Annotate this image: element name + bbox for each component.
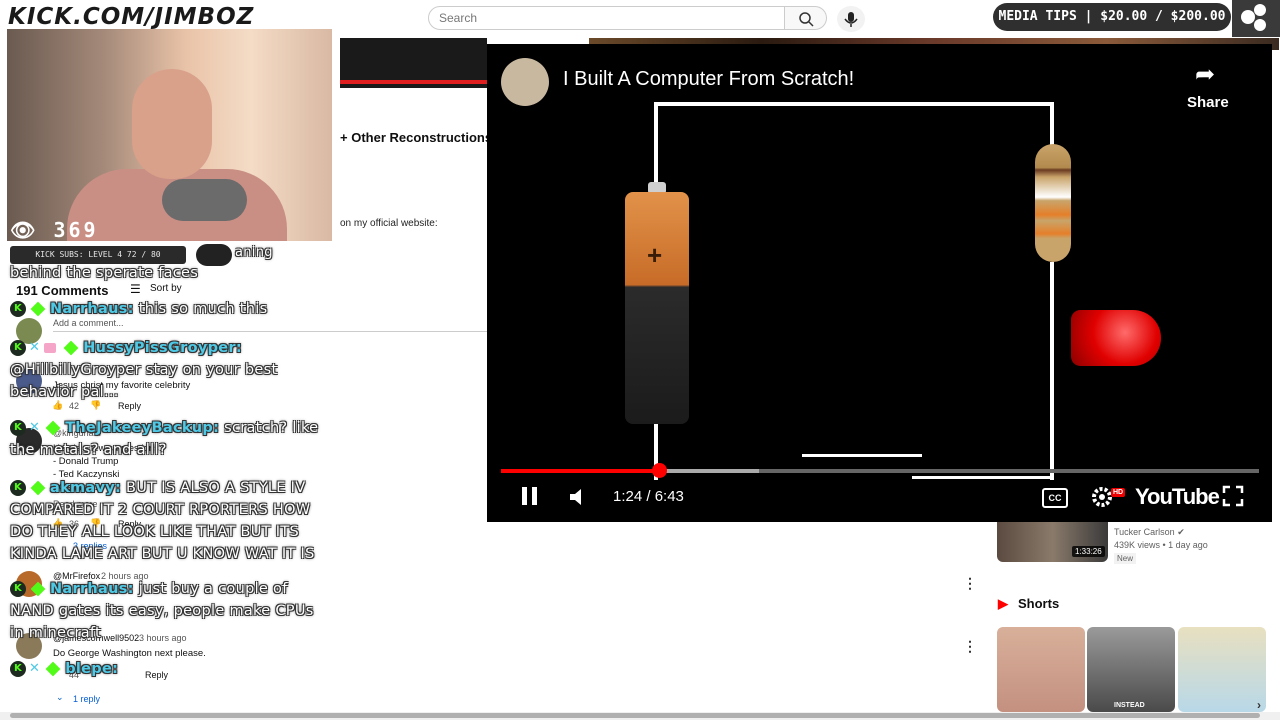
chat-username[interactable]: TheJakeeyBackup: bbox=[65, 420, 219, 436]
voice-search-button[interactable] bbox=[837, 6, 865, 32]
streamer-brand: KICK.COM/JIMBOZ bbox=[8, 4, 255, 30]
progress-played bbox=[501, 469, 659, 473]
short-thumbnail[interactable] bbox=[1178, 627, 1266, 712]
kick-logo-icon bbox=[1241, 4, 1266, 31]
hd-badge: HD bbox=[1111, 488, 1126, 497]
kick-badge-icon: K bbox=[10, 581, 26, 597]
chat-message: K ✕ TheJakeeyBackup: scratch? like the met… bbox=[10, 417, 320, 461]
pause-icon bbox=[522, 487, 537, 505]
divider bbox=[53, 331, 488, 332]
subscriber-badge-icon bbox=[30, 480, 46, 496]
plus-icon: + bbox=[647, 240, 663, 270]
subscriber-badge-icon bbox=[63, 340, 79, 356]
moderator-sword-icon: ✕ bbox=[29, 340, 41, 355]
kick-badge-icon: K bbox=[10, 480, 26, 496]
share-button[interactable]: Share bbox=[1187, 94, 1229, 111]
recommended-meta: 439K views • 1 day ago bbox=[1114, 540, 1208, 550]
volume-icon bbox=[570, 489, 581, 505]
more-options-icon[interactable]: ⋮ bbox=[963, 575, 977, 592]
video-player[interactable]: I Built A Computer From Scratch! ➦ Share… bbox=[487, 44, 1272, 522]
youtube-logo[interactable]: YouTube bbox=[1135, 484, 1220, 510]
chat-username[interactable]: HussyPissGroyper: bbox=[83, 340, 242, 356]
chevron-down-icon[interactable]: ⌄ bbox=[56, 692, 64, 703]
microphone-icon bbox=[844, 12, 858, 27]
chat-text: this so much this bbox=[138, 301, 268, 317]
channel-avatar[interactable] bbox=[501, 58, 549, 106]
subscriber-badge-icon bbox=[30, 581, 46, 597]
resistor-graphic bbox=[1035, 144, 1071, 262]
viewers-icon: 👁 bbox=[10, 218, 39, 242]
short-thumbnail[interactable] bbox=[997, 627, 1085, 712]
recommended-channel[interactable]: Tucker Carlson ✔ bbox=[1114, 527, 1185, 538]
volume-button[interactable] bbox=[567, 486, 591, 514]
video-title-fragment: + Other Reconstructions) bbox=[340, 130, 497, 145]
chat-username[interactable]: akmavy: bbox=[50, 480, 121, 496]
fullscreen-icon bbox=[1222, 485, 1244, 507]
comments-count: 191 Comments bbox=[16, 283, 109, 298]
circuit-wire bbox=[1050, 262, 1054, 480]
subscriber-badge-icon bbox=[45, 420, 61, 436]
microphone-prop bbox=[162, 179, 247, 221]
short-caption: INSTEAD bbox=[1114, 702, 1145, 709]
short-thumbnail[interactable] bbox=[1087, 627, 1175, 712]
video-duration: 1:33:26 bbox=[1072, 546, 1105, 557]
moderator-sword-icon: ✕ bbox=[29, 420, 41, 435]
channel-name[interactable]: Tucker Carlson bbox=[1114, 527, 1175, 537]
verified-icon: ✔ bbox=[1177, 527, 1185, 537]
shorts-icon: ▶ bbox=[998, 596, 1008, 611]
chat-username[interactable]: Narrhaus: bbox=[50, 301, 134, 317]
description-fragment: on my official website: bbox=[340, 218, 438, 229]
chat-fragment: aning bbox=[235, 245, 273, 260]
sort-icon[interactable]: ☰ bbox=[130, 282, 141, 296]
viewer-count: 👁 369 bbox=[10, 218, 99, 242]
led-graphic bbox=[1071, 310, 1161, 366]
chat-username[interactable]: blepe: bbox=[65, 661, 118, 677]
kick-badge-icon: K bbox=[10, 301, 26, 317]
share-icon[interactable]: ➦ bbox=[1195, 60, 1215, 89]
circuit-wire bbox=[1050, 102, 1054, 146]
search-icon bbox=[799, 12, 814, 27]
chat-text: @HillbillyGroyper stay on your best beha… bbox=[10, 362, 278, 400]
kick-badge-icon: K bbox=[10, 420, 26, 436]
circuit-wire bbox=[654, 102, 1054, 106]
circuit-wire bbox=[654, 102, 658, 194]
chat-message: Kakmavy: BUT IS ALSO A STYLE IV COMPARED… bbox=[10, 477, 330, 565]
search-button[interactable] bbox=[785, 6, 827, 30]
gifter-badge-icon bbox=[44, 343, 57, 353]
chat-message: K ✕ HussyPissGroyper: @HillbillyGroyper sta… bbox=[10, 337, 320, 403]
chat-message: K ✕ blepe: bbox=[10, 658, 330, 680]
captions-button[interactable]: CC bbox=[1042, 488, 1068, 508]
kick-badge-icon: K bbox=[10, 340, 26, 356]
circuit-wire bbox=[912, 476, 1052, 479]
search-input[interactable]: Search bbox=[428, 6, 785, 30]
subscriber-badge-icon bbox=[30, 301, 46, 317]
chat-line: behind the sperate faces bbox=[10, 265, 199, 281]
shorts-heading: Shorts bbox=[1018, 596, 1060, 611]
streamer-head bbox=[132, 69, 212, 179]
red-progress-line bbox=[340, 80, 488, 84]
new-badge: New bbox=[1114, 553, 1137, 564]
circuit-wire bbox=[802, 454, 922, 457]
webcam-feed bbox=[7, 29, 332, 241]
chat-username[interactable]: Narrhaus: bbox=[50, 581, 134, 597]
more-options-icon[interactable]: ⋮ bbox=[963, 638, 977, 655]
chat-message: K Narrhaus: this so much this bbox=[10, 298, 320, 320]
replies-toggle[interactable]: 1 reply bbox=[73, 694, 100, 704]
media-tips-banner: MEDIA TIPS | $20.00 / $200.00 bbox=[993, 3, 1231, 31]
chevron-right-icon[interactable]: › bbox=[1257, 698, 1261, 712]
pause-button[interactable] bbox=[519, 484, 541, 514]
player-title[interactable]: I Built A Computer From Scratch! bbox=[563, 68, 854, 91]
battery-graphic bbox=[625, 192, 689, 424]
viewer-number: 369 bbox=[53, 218, 99, 242]
scrollbar-thumb[interactable] bbox=[10, 713, 1260, 718]
moderator-sword-icon: ✕ bbox=[29, 661, 41, 676]
subscriber-badge-icon bbox=[45, 661, 61, 677]
time-display: 1:24 / 6:43 bbox=[613, 488, 684, 505]
kick-badge-icon: K bbox=[10, 661, 26, 677]
sort-by-button[interactable]: Sort by bbox=[150, 283, 182, 294]
overlay-logo bbox=[1232, 0, 1280, 37]
chat-message: K Narrhaus: just buy a couple of NAND gat… bbox=[10, 578, 330, 644]
fullscreen-button[interactable] bbox=[1221, 484, 1245, 514]
scrubber-handle[interactable] bbox=[651, 463, 667, 478]
